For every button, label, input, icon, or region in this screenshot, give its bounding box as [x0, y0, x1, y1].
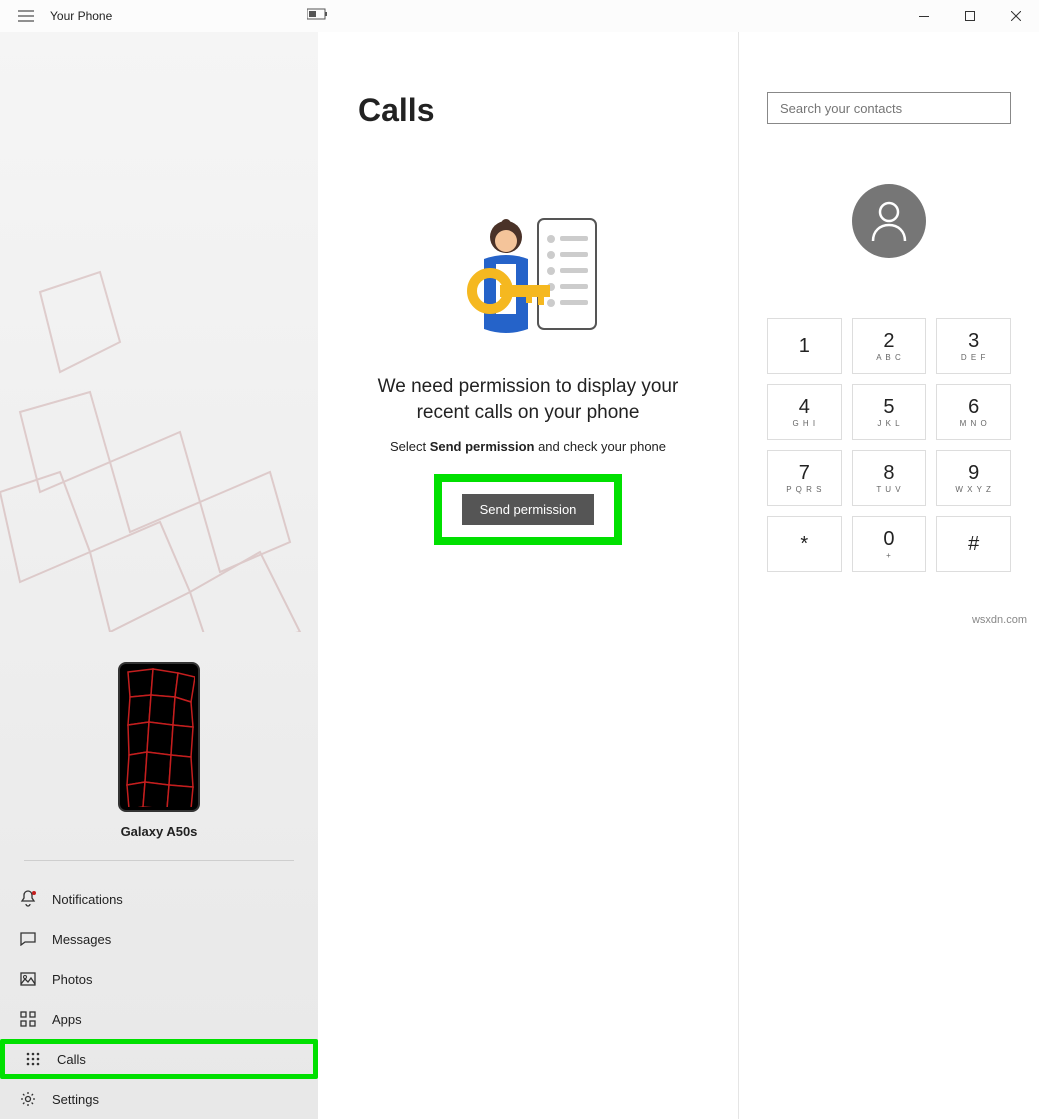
- dial-key-*[interactable]: *: [767, 516, 842, 572]
- dial-letters: T U V: [876, 485, 901, 494]
- dial-letters: P Q R S: [786, 485, 822, 494]
- dial-letters: J K L: [877, 419, 900, 428]
- sidebar-background: [0, 32, 318, 637]
- contact-avatar-placeholder: [852, 184, 926, 258]
- nav-label: Notifications: [52, 892, 123, 907]
- minimize-icon: [919, 16, 929, 17]
- hamburger-icon: [18, 10, 34, 22]
- sidebar-item-apps[interactable]: Apps: [0, 999, 318, 1039]
- close-button[interactable]: [993, 0, 1039, 32]
- nav-label: Calls: [57, 1052, 86, 1067]
- nav-label: Apps: [52, 1012, 82, 1027]
- minimize-button[interactable]: [901, 0, 947, 32]
- apps-icon: [18, 1009, 38, 1029]
- sidebar: Galaxy A50s Notifications Messages Photo…: [0, 32, 318, 1119]
- nav-label: Messages: [52, 932, 111, 947]
- dial-num: 8: [883, 462, 894, 485]
- gear-icon: [18, 1089, 38, 1109]
- window-controls: [901, 0, 1039, 32]
- divider: [24, 860, 294, 861]
- nav-label: Photos: [52, 972, 92, 987]
- contacts-panel: 12A B C3D E F4G H I5J K L6M N O7P Q R S8…: [739, 32, 1039, 1119]
- hamburger-menu-button[interactable]: [10, 0, 42, 32]
- maximize-icon: [965, 11, 975, 21]
- dial-key-3[interactable]: 3D E F: [936, 318, 1011, 374]
- maximize-button[interactable]: [947, 0, 993, 32]
- dial-num: 5: [883, 396, 894, 419]
- permission-illustration: [448, 209, 608, 349]
- dial-key-9[interactable]: 9W X Y Z: [936, 450, 1011, 506]
- sidebar-item-calls[interactable]: Calls: [0, 1039, 318, 1079]
- dial-letters: G H I: [792, 419, 816, 428]
- sidebar-item-photos[interactable]: Photos: [0, 959, 318, 999]
- page-title: Calls: [358, 92, 434, 129]
- person-icon: [869, 199, 909, 243]
- dial-letters: +: [886, 551, 892, 560]
- sidebar-item-messages[interactable]: Messages: [0, 919, 318, 959]
- dial-key-6[interactable]: 6M N O: [936, 384, 1011, 440]
- dial-key-8[interactable]: 8T U V: [852, 450, 927, 506]
- dial-letters: A B C: [876, 353, 901, 362]
- dialpad: 12A B C3D E F4G H I5J K L6M N O7P Q R S8…: [767, 318, 1011, 572]
- dial-letters: M N O: [960, 419, 988, 428]
- nav-label: Settings: [52, 1092, 99, 1107]
- dial-key-1[interactable]: 1: [767, 318, 842, 374]
- dial-num: #: [968, 533, 979, 556]
- dialpad-icon: [23, 1049, 43, 1069]
- permission-title: We need permission to display your recen…: [358, 374, 698, 425]
- watermark: wsxdn.com: [972, 614, 1027, 626]
- dial-letters: W X Y Z: [955, 485, 992, 494]
- dial-num: 4: [799, 396, 810, 419]
- dial-key-0[interactable]: 0+: [852, 516, 927, 572]
- content-panel: Calls We need per: [318, 32, 739, 1119]
- sidebar-item-settings[interactable]: Settings: [0, 1079, 318, 1119]
- dial-num: *: [800, 533, 808, 556]
- search-contacts-input[interactable]: [767, 92, 1011, 124]
- nav-list: Notifications Messages Photos Apps Calls: [0, 871, 318, 1119]
- send-permission-highlight: Send permission: [434, 474, 623, 545]
- dial-letters: D E F: [961, 353, 986, 362]
- battery-icon: [307, 7, 329, 25]
- dial-num: 7: [799, 462, 810, 485]
- permission-subtitle: Select Send permission and check your ph…: [390, 439, 666, 454]
- phone-preview: Galaxy A50s: [0, 637, 318, 854]
- send-permission-button[interactable]: Send permission: [462, 494, 595, 525]
- dial-key-5[interactable]: 5J K L: [852, 384, 927, 440]
- dial-num: 1: [799, 335, 810, 358]
- bell-icon: [18, 889, 38, 909]
- dial-num: 3: [968, 330, 979, 353]
- message-icon: [18, 929, 38, 949]
- close-icon: [1011, 11, 1021, 21]
- phone-frame[interactable]: [118, 662, 200, 812]
- dial-key-#[interactable]: #: [936, 516, 1011, 572]
- sidebar-item-notifications[interactable]: Notifications: [0, 879, 318, 919]
- titlebar: Your Phone: [0, 0, 1039, 32]
- dial-key-4[interactable]: 4G H I: [767, 384, 842, 440]
- phone-wallpaper: [123, 667, 195, 807]
- dial-num: 0: [883, 528, 894, 551]
- phone-name: Galaxy A50s: [121, 824, 198, 839]
- dial-num: 2: [883, 330, 894, 353]
- dial-num: 6: [968, 396, 979, 419]
- photo-icon: [18, 969, 38, 989]
- app-title: Your Phone: [50, 9, 112, 23]
- main-layout: Galaxy A50s Notifications Messages Photo…: [0, 32, 1039, 1119]
- dial-key-2[interactable]: 2A B C: [852, 318, 927, 374]
- dial-num: 9: [968, 462, 979, 485]
- dial-key-7[interactable]: 7P Q R S: [767, 450, 842, 506]
